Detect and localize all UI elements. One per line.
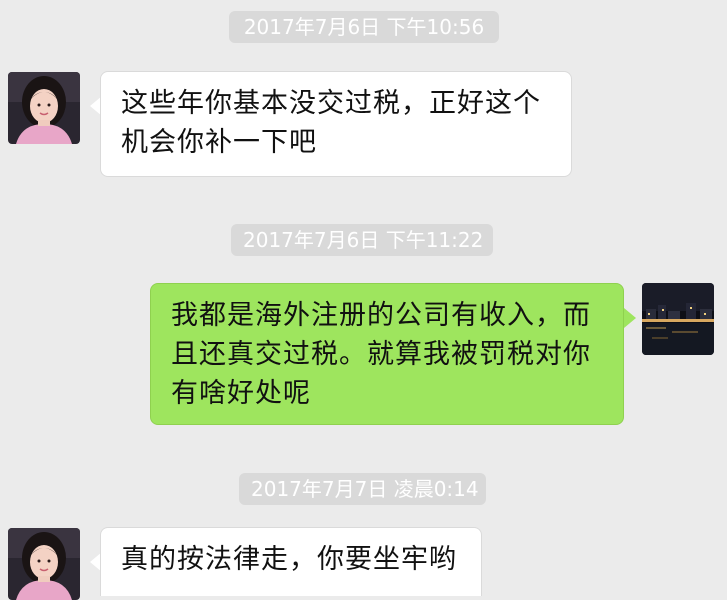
message-line: 机会你补一下吧 xyxy=(121,127,317,158)
timestamp-1: 2017年7月6日 下午10:56 xyxy=(229,11,499,43)
portrait-photo-icon xyxy=(8,528,80,600)
timestamp-2: 2017年7月6日 下午11:22 xyxy=(231,224,493,256)
message-line: 这些年你基本没交过税，正好这个 xyxy=(121,88,541,119)
portrait-photo-icon xyxy=(8,72,80,144)
chat-conversation: 2017年7月6日 下午10:56 这些年你基本没交过税，正好这个 机会你补一下… xyxy=(0,0,727,600)
message-bubble-sent-1[interactable]: 我都是海外注册的公司有收入，而 且还真交过税。就算我被罚税对你 有啥好处呢 xyxy=(150,283,624,425)
message-bubble-received-1[interactable]: 这些年你基本没交过税，正好这个 机会你补一下吧 xyxy=(100,71,572,177)
bubble-tail xyxy=(624,308,636,328)
night-city-photo-icon xyxy=(642,283,714,355)
message-line: 我都是海外注册的公司有收入，而 xyxy=(171,300,591,331)
message-line: 且还真交过税。就算我被罚税对你 xyxy=(171,339,591,370)
message-line: 真的按法律走，你要坐牢哟 xyxy=(121,544,457,575)
my-avatar[interactable] xyxy=(642,283,714,355)
contact-avatar[interactable] xyxy=(8,72,80,144)
message-bubble-received-2[interactable]: 真的按法律走，你要坐牢哟 xyxy=(100,527,482,596)
contact-avatar[interactable] xyxy=(8,528,80,600)
message-line: 有啥好处呢 xyxy=(171,378,311,409)
timestamp-3: 2017年7月7日 凌晨0:14 xyxy=(239,473,486,505)
